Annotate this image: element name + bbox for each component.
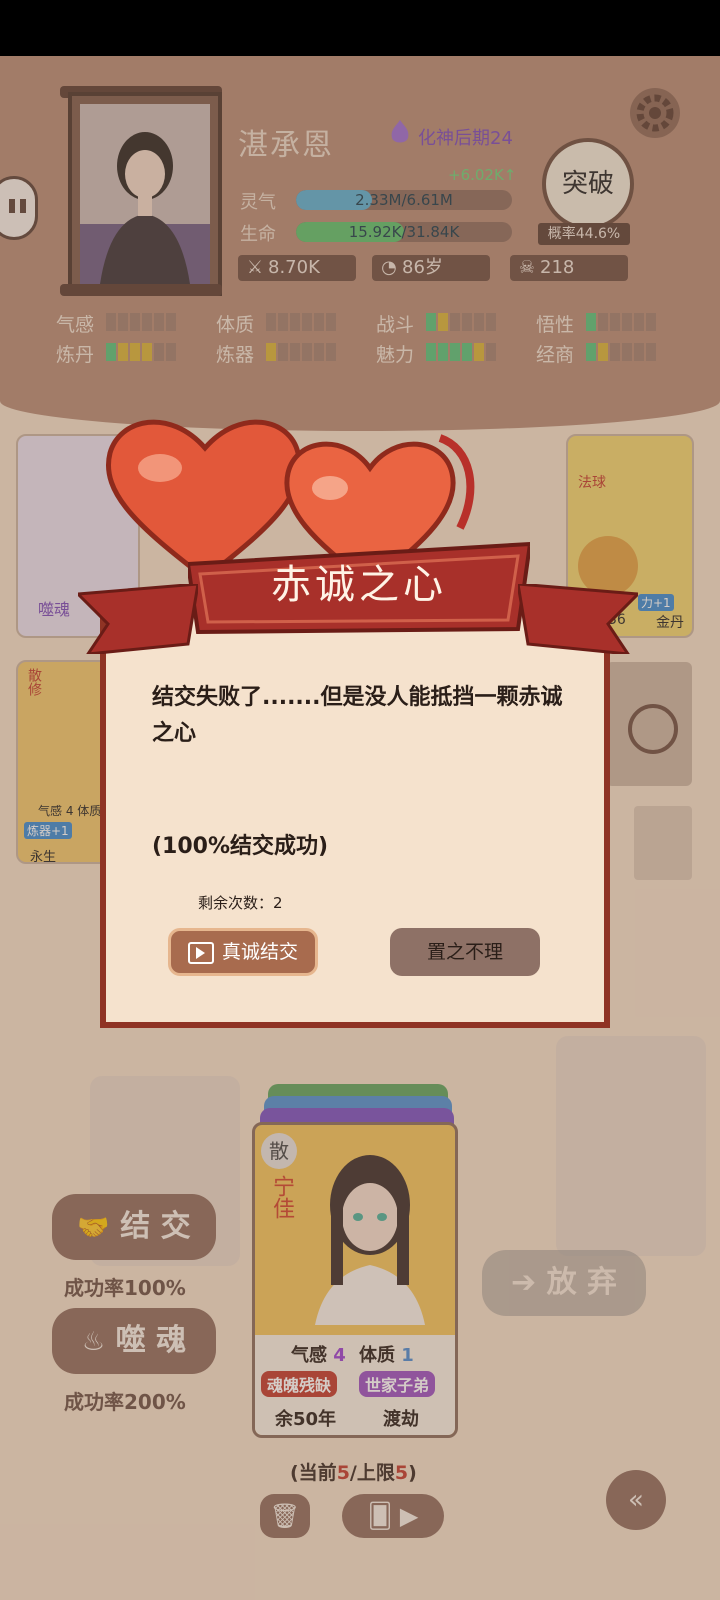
sincere-befriend-button[interactable]: 真诚结交: [168, 928, 318, 976]
ribbon-right-tail-icon: [518, 584, 638, 654]
game-screen: 湛承恩 化神后期24 +6.02K↑ 灵气 2.33M/6.61M 生命 15.…: [0, 56, 720, 1600]
sincere-befriend-label: 真诚结交: [221, 941, 298, 963]
video-ad-icon: [187, 941, 214, 964]
dialog-success-text: (100%结交成功): [152, 834, 329, 859]
remaining-count: 剩余次数：2: [198, 894, 283, 912]
dialog-title: 赤诚之心: [271, 562, 447, 608]
event-dialog: 结交失败了.......但是没人能抵挡一颗赤诚之心 (100%结交成功) 剩余次…: [100, 596, 610, 1028]
dialog-title-banner: 赤诚之心: [78, 534, 638, 654]
dialog-message: 结交失败了.......但是没人能抵挡一颗赤诚之心: [152, 685, 563, 746]
ignore-button[interactable]: 置之不理: [390, 928, 540, 976]
ribbon-left-tail-icon: [78, 584, 198, 654]
